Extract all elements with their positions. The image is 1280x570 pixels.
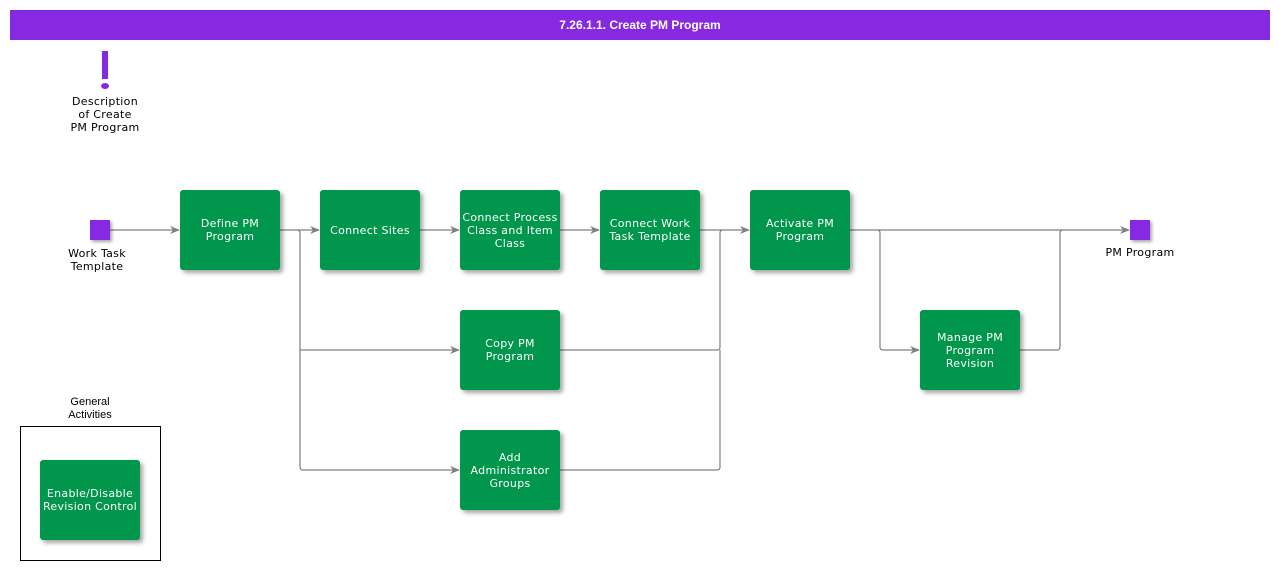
activity-add-administrator-groups[interactable]: Add Administrator Groups xyxy=(460,430,560,510)
activity-label: Copy PM Program xyxy=(485,337,535,363)
flow-manage-revision-to-end xyxy=(1020,229,1064,351)
activity-label: Define PM Program xyxy=(200,217,260,243)
flow-define-to-add-admin xyxy=(299,350,460,474)
activity-label: Connect Process Class and Item Class xyxy=(462,210,558,250)
flow-add-admin-to-activate xyxy=(560,350,721,471)
activity-manage-pm-program-revision[interactable]: Manage PM Program Revision xyxy=(920,310,1020,390)
activity-label: Enable/Disable Revision Control xyxy=(42,487,138,513)
general-activities-label: General Activities xyxy=(68,396,112,421)
start-event-label: Work Task Template xyxy=(68,247,126,273)
activity-label: Manage PM Program Revision xyxy=(936,330,1003,370)
activity-connect-work-task-template[interactable]: Connect Work Task Template xyxy=(600,190,700,270)
activity-label: Connect Work Task Template xyxy=(609,217,691,243)
start-event[interactable] xyxy=(90,220,110,240)
connectors xyxy=(110,226,1130,474)
activity-activate-pm-program[interactable]: Activate PM Program xyxy=(750,190,850,270)
activity-label: Add Administrator Groups xyxy=(470,450,550,490)
activity-connect-sites[interactable]: Connect Sites xyxy=(320,190,420,270)
activity-copy-pm-program[interactable]: Copy PM Program xyxy=(460,310,560,390)
note-label: Description of Create PM Program xyxy=(70,95,140,134)
activity-label: Connect Sites xyxy=(330,223,410,237)
exclamation-icon[interactable] xyxy=(96,50,114,92)
end-event-label: PM Program xyxy=(1105,246,1175,259)
activity-connect-process-class[interactable]: Connect Process Class and Item Class xyxy=(460,190,560,270)
flow-activate-to-manage-revision xyxy=(876,229,920,354)
activity-define-pm-program[interactable]: Define PM Program xyxy=(180,190,280,270)
activity-label: Activate PM Program xyxy=(765,217,834,243)
end-event[interactable] xyxy=(1130,220,1150,240)
activity-enable-disable-revision-control[interactable]: Enable/Disable Revision Control xyxy=(40,460,140,540)
